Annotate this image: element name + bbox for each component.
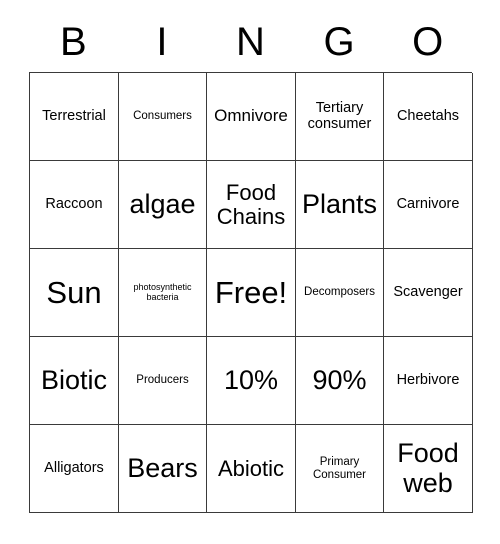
bingo-cell[interactable]: Tertiary consumer (296, 73, 384, 161)
bingo-cell-label: Alligators (44, 459, 104, 476)
bingo-cell-label: Sun (46, 274, 102, 310)
bingo-cell[interactable]: Cheetahs (384, 73, 473, 161)
bingo-cell-label: Producers (136, 374, 189, 387)
bingo-cell-label: Primary Consumer (312, 456, 367, 481)
bingo-grid: Terrestrial Consumers Omnivore Tertiary con… (29, 72, 473, 513)
bingo-cell-label: Biotic (40, 364, 108, 395)
bingo-cell-label: 10% (223, 364, 279, 395)
bingo-cell-label: Food web (397, 438, 459, 498)
header-letter-i: I (156, 20, 168, 64)
bingo-cell-label: Free! (214, 274, 288, 310)
bingo-cell[interactable]: Terrestrial (30, 73, 119, 161)
bingo-cell-label: Cheetahs (396, 107, 460, 124)
bingo-cell-label: Consumers (133, 110, 192, 123)
header-letter-b: B (59, 20, 87, 64)
bingo-cell-label: Herbivore (396, 371, 460, 388)
bingo-cell-label: Bears (127, 452, 198, 483)
bingo-cell[interactable]: Food Chains (207, 161, 296, 249)
bingo-cell[interactable]: Herbivore (384, 337, 473, 425)
bingo-cell-label: 90% (312, 364, 367, 395)
bingo-cell[interactable]: Primary Consumer (296, 425, 384, 513)
header-letter-g: G (323, 20, 355, 64)
bingo-cell[interactable]: Sun (30, 249, 119, 337)
bingo-cell[interactable]: algae (119, 161, 207, 249)
bingo-cell[interactable]: 10% (207, 337, 296, 425)
bingo-cell[interactable]: Carnivore (384, 161, 473, 249)
bingo-header-row: B I N G O (29, 14, 472, 72)
bingo-cell-label: Carnivore (396, 195, 460, 212)
header-letter-n: N (236, 20, 265, 64)
bingo-cell-label: Tertiary consumer (307, 99, 372, 132)
bingo-cell[interactable]: Bears (119, 425, 207, 513)
bingo-cell[interactable]: Scavenger (384, 249, 473, 337)
bingo-cell-label: Terrestrial (42, 107, 106, 124)
bingo-cell[interactable]: Raccoon (30, 161, 119, 249)
bingo-cell[interactable]: 90% (296, 337, 384, 425)
bingo-cell[interactable]: Food web (384, 425, 473, 513)
bingo-cell-label: Abiotic (217, 455, 285, 481)
bingo-cell[interactable]: Plants (296, 161, 384, 249)
bingo-cell-label: Scavenger (393, 283, 463, 300)
bingo-cell-label: photosynthetic bacteria (133, 281, 192, 302)
bingo-cell[interactable]: Omnivore (207, 73, 296, 161)
bingo-free-space[interactable]: Free! (207, 249, 296, 337)
bingo-cell[interactable]: Alligators (30, 425, 119, 513)
bingo-card: B I N G O Terrestrial Consumers Omnivore Te… (29, 14, 473, 514)
header-letter-o: O (412, 20, 444, 64)
bingo-cell[interactable]: Producers (119, 337, 207, 425)
bingo-cell-label: Raccoon (45, 195, 103, 212)
bingo-cell-label: Food Chains (216, 179, 286, 229)
bingo-cell-label: Omnivore (214, 106, 288, 126)
bingo-cell[interactable]: Abiotic (207, 425, 296, 513)
bingo-cell-label: Plants (301, 188, 378, 219)
bingo-cell[interactable]: Consumers (119, 73, 207, 161)
bingo-cell[interactable]: Biotic (30, 337, 119, 425)
bingo-cell[interactable]: photosynthetic bacteria (119, 249, 207, 337)
bingo-cell-label: Decomposers (304, 286, 375, 299)
bingo-cell-label: algae (129, 188, 196, 219)
bingo-cell[interactable]: Decomposers (296, 249, 384, 337)
